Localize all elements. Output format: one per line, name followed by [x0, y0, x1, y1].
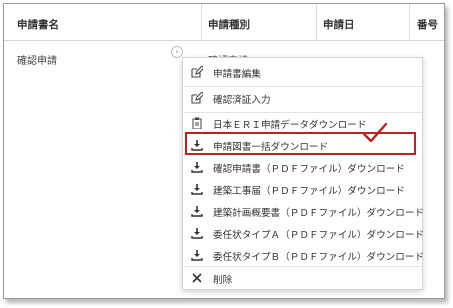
download-icon — [191, 161, 203, 173]
menu-item-label: 委任状タイプＢ（ＰＤＦファイル）ダウンロード — [213, 252, 425, 263]
application-name-cell: 確認申請 — [17, 56, 57, 67]
column-header-application-type[interactable]: 申請種別 — [208, 17, 250, 32]
menu-item-label: 申請書編集 — [213, 69, 261, 80]
context-menu: 申請書編集 確認済証入力 日本ＥＲＩ申請データダウンロード 申請図書一括ダウンロ… — [182, 57, 425, 290]
download-icon — [191, 183, 203, 195]
column-header-application-name[interactable]: 申請書名 — [17, 17, 59, 32]
menu-item-enter-confirmation[interactable]: 確認済証入力 — [183, 87, 422, 109]
download-icon — [191, 227, 203, 239]
column-divider — [201, 4, 202, 40]
download-icon — [191, 205, 203, 217]
column-header-number[interactable]: 番号 — [417, 17, 438, 32]
menu-item-delete[interactable]: 削除 — [183, 267, 422, 289]
column-divider — [409, 4, 410, 40]
menu-item-label: 削除 — [213, 275, 233, 286]
edit-icon — [191, 92, 203, 104]
menu-item-label: 建築計画概要書（ＰＤＦファイル）ダウンロード — [213, 208, 425, 219]
menu-item-proxy-type-a-pdf-download[interactable]: 委任状タイプＡ（ＰＤＦファイル）ダウンロード — [183, 222, 425, 244]
download-icon — [191, 249, 203, 261]
menu-item-label: 日本ＥＲＩ申請データダウンロード — [213, 120, 367, 131]
column-header-application-date[interactable]: 申請日 — [323, 17, 355, 32]
table-header: 申請書名 申請種別 申請日 番号 — [4, 4, 444, 41]
menu-item-label: 建築工事届（ＰＤＦファイル）ダウンロード — [213, 186, 405, 197]
close-icon — [191, 272, 203, 284]
menu-item-plan-summary-pdf-download[interactable]: 建築計画概要書（ＰＤＦファイル）ダウンロード — [183, 200, 425, 222]
menu-item-construction-notice-pdf-download[interactable]: 建築工事届（ＰＤＦファイル）ダウンロード — [183, 178, 422, 200]
edit-icon — [191, 66, 203, 78]
menu-item-confirmation-pdf-download[interactable]: 確認申請書（ＰＤＦファイル）ダウンロード — [183, 156, 422, 178]
menu-item-edit-application[interactable]: 申請書編集 — [183, 61, 422, 83]
menu-item-label: 確認済証入力 — [213, 95, 271, 106]
menu-item-label: 確認申請書（ＰＤＦファイル）ダウンロード — [213, 164, 405, 175]
checkmark-icon — [362, 122, 388, 148]
menu-item-label: 委任状タイプＡ（ＰＤＦファイル）ダウンロード — [213, 230, 425, 241]
clipboard-icon — [191, 117, 203, 129]
column-divider — [316, 4, 317, 40]
menu-item-proxy-type-b-pdf-download[interactable]: 委任状タイプＢ（ＰＤＦファイル）ダウンロード — [183, 244, 425, 266]
